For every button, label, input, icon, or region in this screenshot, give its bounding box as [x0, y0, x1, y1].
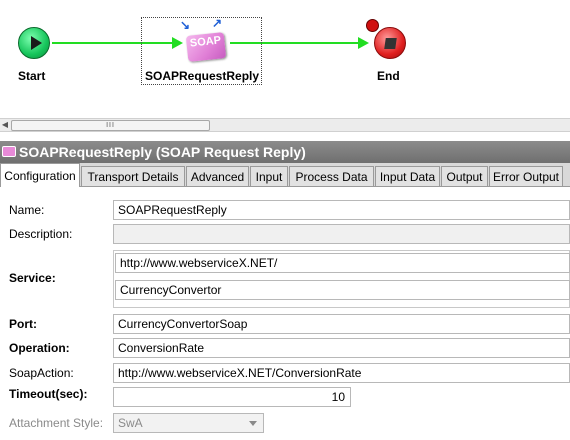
- end-breakpoint-dot: [366, 19, 379, 32]
- tab-advanced[interactable]: Advanced: [186, 166, 249, 186]
- service-url-field[interactable]: [115, 253, 570, 273]
- tab-transport-details[interactable]: Transport Details: [81, 166, 185, 186]
- end-node[interactable]: [374, 27, 406, 59]
- tab-input-data[interactable]: Input Data: [375, 166, 440, 186]
- property-panel-header: SOAPRequestReply (SOAP Request Reply): [0, 141, 570, 163]
- soap-activity-icon[interactable]: SOAP: [185, 32, 227, 62]
- timeout-label: Timeout(sec):: [9, 387, 88, 401]
- name-field[interactable]: [113, 200, 570, 220]
- soapaction-field[interactable]: [113, 363, 570, 383]
- soapaction-label: SoapAction:: [9, 366, 74, 380]
- timeout-field[interactable]: [113, 387, 351, 407]
- port-label: Port:: [9, 317, 37, 331]
- soap-activity-label: SOAPRequestReply: [145, 69, 260, 83]
- service-name-field[interactable]: [115, 280, 570, 300]
- operation-label: Operation:: [9, 341, 70, 355]
- attachment-style-label: Attachment Style:: [9, 416, 104, 430]
- scrollbar-thumb[interactable]: III: [11, 120, 210, 131]
- end-node-label: End: [377, 69, 400, 83]
- tab-input[interactable]: Input: [250, 166, 288, 186]
- start-node[interactable]: [18, 27, 50, 59]
- connector-arrowhead: [358, 37, 369, 49]
- description-label: Description:: [9, 227, 73, 241]
- process-canvas[interactable]: Start ↘ ↗ SOAP SOAPRequestReply End: [0, 0, 570, 118]
- attachment-style-value: SwA: [118, 416, 143, 430]
- tab-process-data[interactable]: Process Data: [289, 166, 374, 186]
- chevron-down-icon: [249, 421, 257, 426]
- name-label: Name:: [9, 203, 45, 217]
- description-field[interactable]: [113, 224, 570, 244]
- tab-bar: Configuration Transport Details Advanced…: [0, 163, 570, 187]
- start-node-label: Start: [18, 69, 46, 83]
- tab-output[interactable]: Output: [441, 166, 488, 186]
- port-field[interactable]: [113, 314, 570, 334]
- configuration-form: Name: Description: Service: Port: Operat…: [0, 187, 570, 440]
- soap-activity-icon: [2, 146, 16, 157]
- output-arrow-icon: ↗: [212, 16, 223, 30]
- play-icon: [31, 36, 42, 50]
- tab-configuration[interactable]: Configuration: [0, 163, 80, 187]
- service-label: Service:: [9, 271, 56, 285]
- property-panel-title: SOAPRequestReply (SOAP Request Reply): [19, 144, 306, 160]
- horizontal-scrollbar[interactable]: ◀ III: [0, 118, 570, 132]
- input-arrow-icon: ↘: [180, 18, 191, 32]
- attachment-style-select[interactable]: SwA: [113, 413, 264, 433]
- operation-field[interactable]: [113, 338, 570, 358]
- tab-error-output[interactable]: Error Output: [489, 166, 563, 186]
- stop-icon: [384, 38, 397, 49]
- scroll-left-icon[interactable]: ◀: [0, 119, 10, 131]
